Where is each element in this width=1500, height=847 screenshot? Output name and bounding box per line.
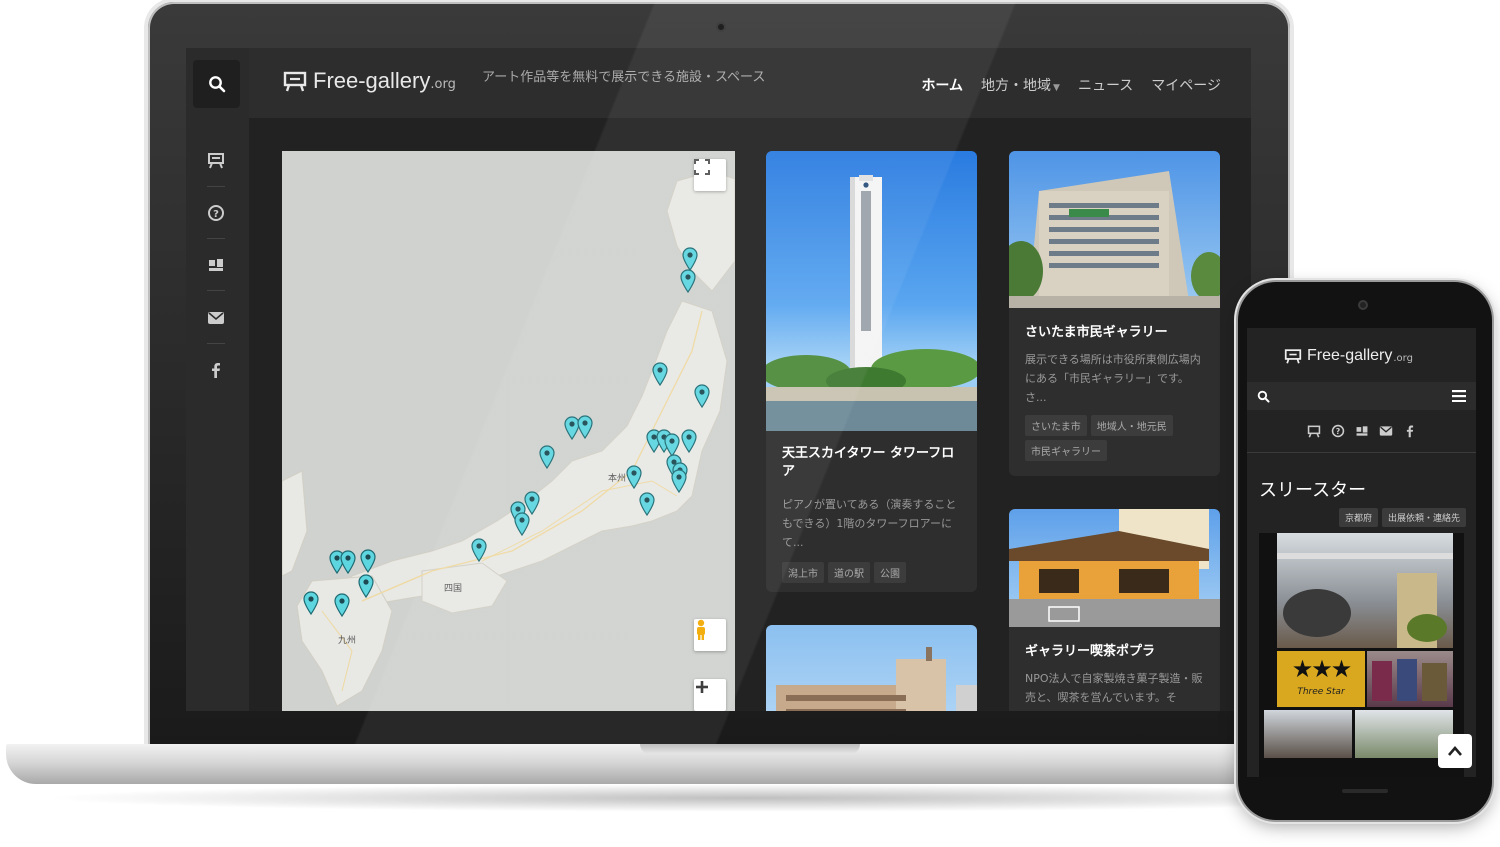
phone-logo-text: Free-gallery bbox=[1307, 347, 1393, 364]
nav-news[interactable]: ニュース bbox=[1078, 75, 1133, 95]
facility-title[interactable]: さいたま市民ギャラリー bbox=[1009, 324, 1220, 342]
easel-logo-icon bbox=[283, 71, 307, 92]
svg-text:?: ? bbox=[1335, 427, 1340, 436]
gallery-icon[interactable] bbox=[204, 253, 228, 277]
facility-photo-cafe bbox=[1009, 509, 1220, 627]
map-label-shikoku: 四国 bbox=[444, 584, 463, 594]
easel-logo-icon bbox=[1284, 349, 1302, 364]
gallery-photo-2[interactable] bbox=[1367, 651, 1453, 707]
pegman-icon bbox=[697, 619, 705, 640]
chevron-up-icon bbox=[1448, 746, 1462, 756]
star-rating-icon: ★★★ bbox=[1291, 655, 1353, 683]
mail-icon[interactable] bbox=[204, 306, 228, 330]
question-icon[interactable]: ? bbox=[204, 201, 228, 225]
logo-text: Free-gallery bbox=[313, 68, 431, 93]
facebook-icon[interactable] bbox=[1403, 424, 1417, 438]
tag[interactable]: 地域人・地元民 bbox=[1090, 415, 1173, 436]
map-label-honshu: 本州 bbox=[608, 474, 627, 484]
phone-home-indicator bbox=[1342, 789, 1388, 793]
nav-home[interactable]: ホーム bbox=[921, 75, 963, 95]
tag[interactable]: 市民ギャラリー bbox=[1025, 440, 1107, 461]
search-icon bbox=[208, 76, 225, 93]
facebook-icon[interactable] bbox=[204, 358, 228, 382]
phone-site-logo[interactable]: Free-gallery .org bbox=[1284, 347, 1413, 365]
divider bbox=[1247, 452, 1476, 453]
mail-icon[interactable] bbox=[1379, 424, 1393, 438]
phone-toolbar bbox=[1247, 382, 1476, 410]
gallery-photo-1[interactable] bbox=[1277, 533, 1453, 648]
facility-tags: 潟上市 道の駅 公園 bbox=[766, 562, 977, 583]
site-logo[interactable]: Free-gallery .org bbox=[283, 68, 456, 94]
phone-icon-row: ? bbox=[1247, 424, 1476, 438]
left-icon-rail: ? bbox=[186, 48, 249, 711]
logo-tld: .org bbox=[430, 76, 456, 92]
gallery-icon[interactable] bbox=[1355, 424, 1369, 438]
facility-card[interactable]: さいたま市民ギャラリー 展示できる場所は市役所東側広場内にある「市民ギャラリー」… bbox=[1009, 151, 1220, 476]
search-icon[interactable] bbox=[1257, 390, 1270, 403]
search-button[interactable] bbox=[193, 60, 240, 108]
map-fullscreen-button[interactable] bbox=[694, 159, 726, 191]
map-zoom-in-button[interactable] bbox=[694, 679, 726, 711]
phone-page-title: スリースター bbox=[1259, 480, 1367, 501]
tag[interactable]: 潟上市 bbox=[782, 562, 824, 583]
phone-tags: 京都府 出展依頼・連絡先 bbox=[1338, 508, 1466, 527]
site-header: Free-gallery .org アート作品等を無料で展示できる施設・スペース … bbox=[249, 48, 1251, 118]
facility-excerpt: ピアノが置いてある（演奏することもできる）1階のタワーフロアーにて... bbox=[782, 498, 957, 549]
laptop-screen: ? Free-gallery .org アート作品等を無料で展示できる施設・スペー… bbox=[186, 48, 1251, 711]
nav-region[interactable]: 地方・地域 ▼ bbox=[981, 75, 1060, 95]
easel-icon[interactable] bbox=[1307, 424, 1321, 438]
hamburger-menu-icon[interactable] bbox=[1452, 390, 1466, 402]
facility-excerpt: NPO法人で自家製焼き菓子製造・販売と、喫茶を営んでいます。そ bbox=[1025, 672, 1203, 704]
tag[interactable]: 道の駅 bbox=[828, 562, 870, 583]
main-nav: ホーム 地方・地域 ▼ ニュース マイページ bbox=[921, 75, 1221, 95]
tag[interactable]: 公園 bbox=[874, 562, 906, 583]
laptop-camera bbox=[716, 22, 726, 32]
facility-card[interactable]: 天王スカイタワー タワーフロア ピアノが置いてある（演奏することもできる）1階の… bbox=[766, 151, 977, 592]
facility-card[interactable]: ギャラリー喫茶ポプラ NPO法人で自家製焼き菓子製造・販売と、喫茶を営んでいます… bbox=[1009, 509, 1220, 711]
map-label-kyushu: 九州 bbox=[338, 636, 357, 646]
easel-icon[interactable] bbox=[204, 148, 228, 172]
question-icon[interactable]: ? bbox=[1331, 424, 1345, 438]
sign-text: Three Star bbox=[1297, 687, 1345, 697]
map-pegman-button[interactable] bbox=[694, 619, 726, 651]
zoom-in-icon bbox=[696, 681, 708, 693]
nav-mypage[interactable]: マイページ bbox=[1151, 75, 1221, 95]
facility-card[interactable] bbox=[766, 625, 977, 711]
facility-excerpt: 展示できる場所は市役所東側広場内にある「市民ギャラリー」です。 さ... bbox=[1025, 353, 1201, 404]
phone-logo-tld: .org bbox=[1393, 353, 1413, 364]
fullscreen-icon bbox=[694, 159, 710, 175]
scroll-to-top-button[interactable] bbox=[1438, 734, 1472, 768]
facility-photo-cityhall bbox=[1009, 151, 1220, 308]
tag[interactable]: さいたま市 bbox=[1025, 415, 1087, 436]
site-tagline: アート作品等を無料で展示できる施設・スペース bbox=[482, 70, 766, 85]
laptop-notch bbox=[640, 744, 860, 754]
tag[interactable]: 京都府 bbox=[1338, 508, 1378, 527]
nav-region-label: 地方・地域 bbox=[981, 78, 1052, 94]
chevron-down-icon: ▼ bbox=[1053, 83, 1060, 93]
svg-text:?: ? bbox=[213, 209, 219, 220]
facility-title[interactable]: ギャラリー喫茶ポプラ bbox=[1009, 643, 1220, 661]
facility-photo-tower bbox=[766, 151, 977, 431]
facility-photo-building bbox=[766, 625, 977, 711]
gallery-photo-three-star[interactable]: ★★★ Three Star bbox=[1277, 651, 1365, 707]
phone-screen: Free-gallery .org ? スリースター 京都府 出展依頼・連絡先 ★… bbox=[1247, 328, 1476, 777]
phone-frame: Free-gallery .org ? スリースター 京都府 出展依頼・連絡先 ★… bbox=[1238, 282, 1492, 820]
phone-camera bbox=[1358, 300, 1368, 310]
gallery-photo-3[interactable] bbox=[1264, 710, 1352, 758]
tag[interactable]: 出展依頼・連絡先 bbox=[1381, 508, 1466, 527]
facility-tags: さいたま市 地域人・地元民 市民ギャラリー bbox=[1009, 415, 1220, 461]
japan-map[interactable]: 本州 四国 九州 bbox=[282, 151, 735, 711]
facility-title[interactable]: 天王スカイタワー タワーフロア bbox=[766, 445, 977, 481]
